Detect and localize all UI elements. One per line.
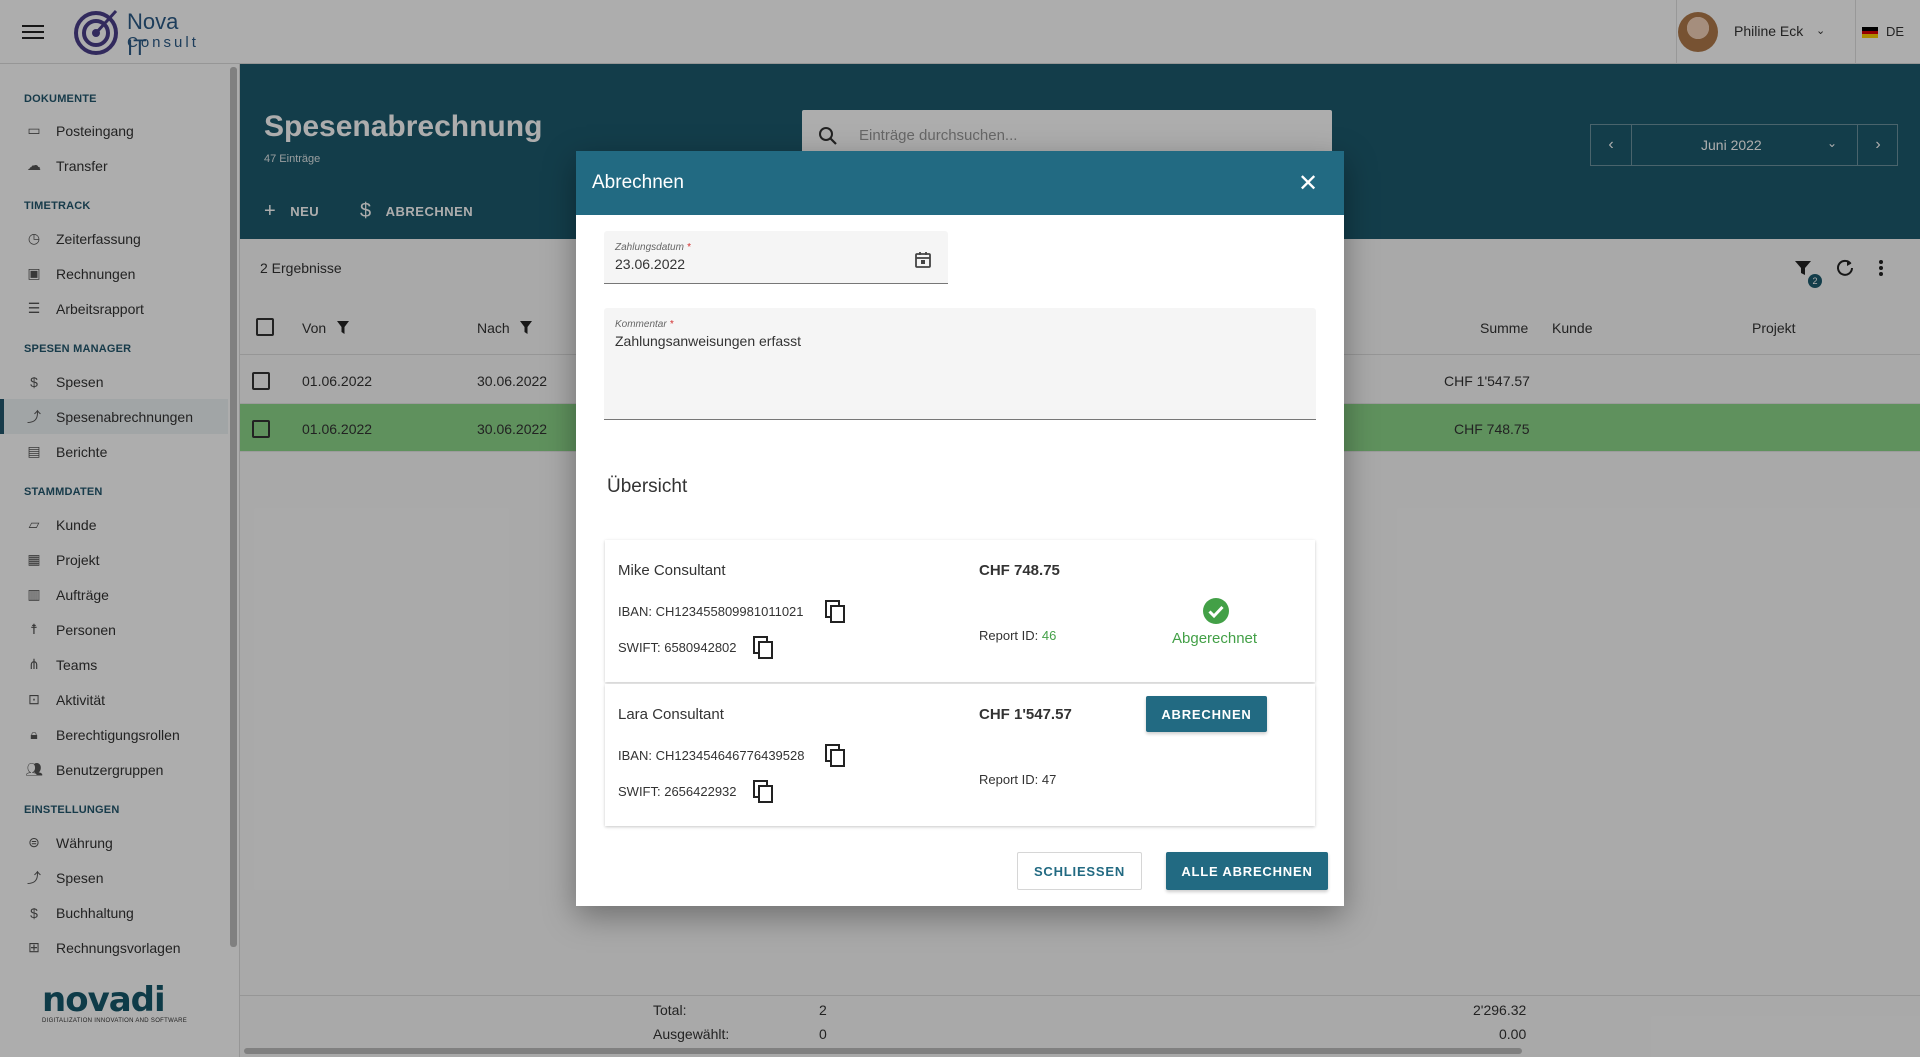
consultant-name: Mike Consultant: [618, 562, 726, 579]
report-id: Report ID: 46: [979, 628, 1057, 643]
amount: CHF 748.75: [979, 562, 1060, 579]
status-label: Abgerechnet: [1172, 630, 1258, 647]
swift: SWIFT: 6580942802: [618, 640, 737, 655]
swift: SWIFT: 2656422932: [618, 784, 737, 799]
settle-all-button[interactable]: ALLE ABRECHNEN: [1166, 852, 1328, 890]
overview-title: Übersicht: [607, 476, 688, 497]
dialog-header: Abrechnen ✕: [576, 151, 1344, 215]
consultant-name: Lara Consultant: [618, 706, 724, 723]
settle-single-button[interactable]: ABRECHNEN: [1146, 696, 1267, 732]
comment-value: Zahlungsanweisungen erfasst: [615, 333, 802, 349]
copy-icon[interactable]: [753, 780, 775, 804]
calendar-icon[interactable]: [913, 250, 933, 270]
consultant-card: Mike Consultant IBAN: CH1234558099810110…: [605, 540, 1315, 682]
iban: IBAN: CH123454646776439528: [618, 748, 805, 763]
report-id-link[interactable]: 46: [1042, 628, 1056, 643]
copy-icon[interactable]: [825, 600, 847, 624]
copy-icon[interactable]: [753, 636, 775, 660]
copy-icon[interactable]: [825, 744, 847, 768]
settle-dialog: Abrechnen ✕ Zahlungsdatum * 23.06.2022 K…: [576, 151, 1344, 906]
comment-field[interactable]: Kommentar * Zahlungsanweisungen erfasst: [604, 308, 1316, 420]
amount: CHF 1'547.57: [979, 706, 1072, 723]
report-id: Report ID: 47: [979, 772, 1057, 787]
close-icon[interactable]: ✕: [1294, 169, 1322, 197]
payment-date-value: 23.06.2022: [615, 256, 686, 272]
iban: IBAN: CH123455809981011021: [618, 604, 804, 619]
close-button[interactable]: SCHLIESSEN: [1017, 852, 1142, 890]
payment-date-field[interactable]: Zahlungsdatum * 23.06.2022: [604, 231, 948, 284]
check-circle-icon: [1203, 598, 1229, 624]
consultant-card: Lara Consultant IBAN: CH1234546467764395…: [605, 684, 1315, 826]
dialog-title: Abrechnen: [592, 172, 684, 193]
